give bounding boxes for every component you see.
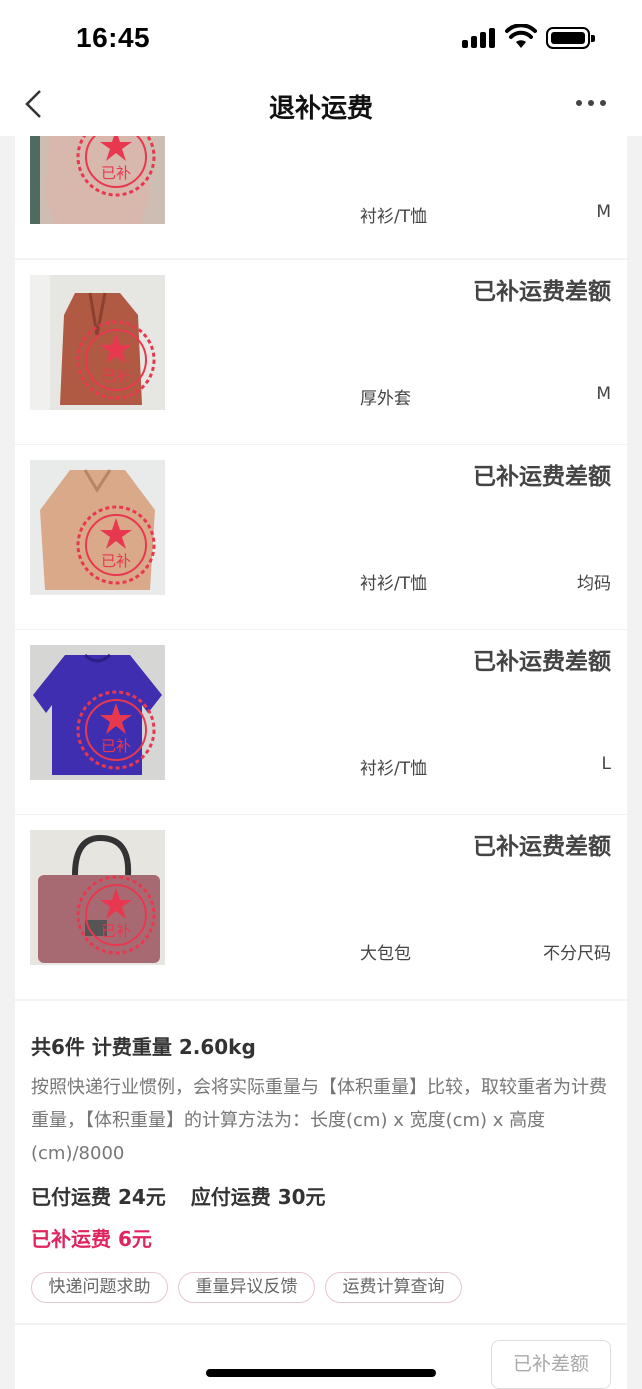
status-time: 16:45 xyxy=(76,22,151,53)
stamp-icon: 已补 xyxy=(76,136,156,197)
footer-bar: 已补差额 xyxy=(15,1325,627,1389)
list-item[interactable]: 已补 已补运费差额 厚外套 M xyxy=(15,260,627,444)
svg-text:已补: 已补 xyxy=(101,552,131,570)
item-size: L xyxy=(601,754,611,774)
product-image: 已补 xyxy=(30,460,165,595)
supplement-freight: 已补运费 6元 xyxy=(31,1227,152,1251)
svg-text:已补: 已补 xyxy=(101,164,131,182)
paid-freight: 已付运费 24元 xyxy=(31,1185,166,1209)
item-category: 衬衫/T恤 xyxy=(360,207,428,227)
battery-icon xyxy=(546,27,595,49)
tag-weight-feedback[interactable]: 重量异议反馈 xyxy=(178,1272,315,1303)
svg-text:已补: 已补 xyxy=(101,922,131,940)
item-size: 均码 xyxy=(577,574,611,594)
item-size: 不分尺码 xyxy=(543,944,611,964)
more-icon[interactable] xyxy=(576,100,606,108)
item-size: M xyxy=(596,384,611,404)
item-category: 衬衫/T恤 xyxy=(360,759,428,779)
item-category: 衬衫/T恤 xyxy=(360,574,428,594)
list-item[interactable]: 已补 已补运费差额 衬衫/T恤 L xyxy=(15,630,627,814)
item-status-title: 已补运费差额 xyxy=(473,834,611,860)
product-image: 已补 xyxy=(30,830,165,965)
item-size: M xyxy=(596,202,611,222)
weight-description: 按照快递行业惯例，会将实际重量与【体积重量】比较，取较重者为计费重量，【体积重量… xyxy=(31,1077,607,1164)
product-image: 已补 xyxy=(30,275,165,410)
item-status-title: 已补运费差额 xyxy=(473,279,611,305)
product-image: 已补 xyxy=(30,136,165,224)
home-indicator xyxy=(206,1369,436,1377)
item-category: 大包包 xyxy=(360,944,411,964)
list-item[interactable]: 已补 已补运费差额 大包包 不分尺码 xyxy=(15,815,627,999)
signal-icon xyxy=(462,28,496,48)
stamp-icon: 已补 xyxy=(76,320,156,400)
stamp-icon: 已补 xyxy=(76,690,156,770)
supplemented-button[interactable]: 已补差额 xyxy=(491,1340,611,1389)
freight-summary: 共6件 计费重量 2.60kg 按照快递行业惯例，会将实际重量与【体积重量】比较… xyxy=(15,1001,627,1323)
count-weight: 共6件 计费重量 2.60kg xyxy=(31,1035,256,1059)
stamp-icon: 已补 xyxy=(76,875,156,955)
svg-text:已补: 已补 xyxy=(101,367,131,385)
item-status-title: 已补运费差额 xyxy=(473,464,611,490)
due-freight: 应付运费 30元 xyxy=(190,1185,326,1209)
svg-text:已补: 已补 xyxy=(101,737,131,755)
status-bar: 16:45 xyxy=(0,0,642,72)
freight-amounts: 已付运费 24元 应付运费 30元 xyxy=(31,1181,344,1210)
product-image: 已补 xyxy=(30,645,165,780)
nav-bar: 退补运费 xyxy=(0,72,642,136)
item-category: 厚外套 xyxy=(360,389,411,409)
page-title: 退补运费 xyxy=(268,94,373,124)
list-item[interactable]: 已补 衬衫/T恤 M xyxy=(15,136,627,258)
item-status-title: 已补运费差额 xyxy=(473,649,611,675)
list-item[interactable]: 已补 已补运费差额 衬衫/T恤 均码 xyxy=(15,445,627,629)
wifi-icon xyxy=(505,24,537,48)
stamp-icon: 已补 xyxy=(76,505,156,585)
tag-freight-calc[interactable]: 运费计算查询 xyxy=(325,1272,462,1303)
tag-delivery-help[interactable]: 快递问题求助 xyxy=(31,1272,168,1303)
